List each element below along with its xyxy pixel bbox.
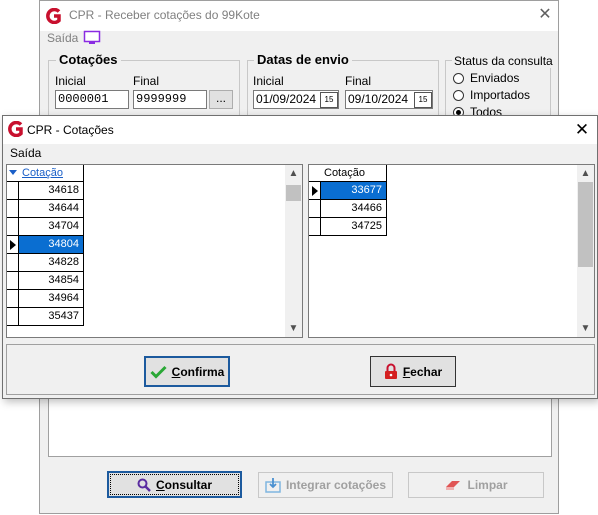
sort-desc-icon: [9, 170, 17, 175]
checkmark-icon: [150, 365, 167, 379]
table-row[interactable]: 34964: [19, 290, 84, 308]
bg-menu-saida[interactable]: Saída: [47, 31, 78, 45]
left-grid-scrollbar[interactable]: ▲ ▼: [285, 165, 302, 337]
table-row[interactable]: 34704: [19, 218, 84, 236]
consultar-label: Consultar: [155, 477, 212, 492]
current-row-arrow-icon: [10, 240, 16, 250]
right-grid-scrollbar[interactable]: ▲ ▼: [577, 165, 594, 337]
dialog-menu-saida[interactable]: Saída: [10, 146, 41, 160]
fechar-label: Fechar: [402, 364, 443, 379]
row-indicator[interactable]: [7, 218, 19, 236]
table-row[interactable]: 34804: [19, 236, 84, 254]
row-indicator[interactable]: [7, 182, 19, 200]
cotacao-final-label: Final: [133, 74, 160, 88]
status-option-label: Importados: [470, 88, 531, 102]
datas-envio-group-label: Datas de envio: [254, 52, 352, 67]
bg-close-button[interactable]: ✕: [535, 5, 555, 25]
limpar-label: Limpar: [467, 478, 508, 492]
table-row[interactable]: 34644: [19, 200, 84, 218]
row-indicator[interactable]: [7, 272, 19, 290]
table-row[interactable]: 34618: [19, 182, 84, 200]
scroll-thumb[interactable]: [578, 182, 593, 267]
dialog-title: CPR - Cotações: [27, 123, 114, 137]
confirma-label: Confirma: [171, 364, 225, 379]
table-row[interactable]: 34854: [19, 272, 84, 290]
radio-button[interactable]: [453, 73, 464, 84]
scroll-up-icon[interactable]: ▲: [577, 165, 594, 182]
row-indicator[interactable]: [7, 200, 19, 218]
radio-button[interactable]: [453, 90, 464, 101]
limpar-button[interactable]: Limpar: [408, 472, 544, 498]
status-consulta-label: Status da consulta: [452, 54, 555, 68]
left-cotacao-grid[interactable]: Cotação 34618 34644 34704 34804 34828 34854 34…: [6, 164, 303, 338]
import-icon: [265, 477, 281, 493]
dialog-titlebar: CPR - Cotações ✕: [3, 116, 597, 144]
scroll-down-icon[interactable]: ▼: [577, 320, 594, 337]
row-indicator[interactable]: [7, 254, 19, 272]
table-row[interactable]: 34725: [321, 218, 387, 236]
app-logo-icon: [46, 8, 61, 24]
right-cotacao-grid[interactable]: Cotação 33677 34466 34725 ▲ ▼: [308, 164, 595, 338]
consultar-button[interactable]: Consultar: [107, 471, 242, 498]
app-logo-icon: [8, 121, 23, 137]
data-final-input[interactable]: 09/10/2024 15: [345, 90, 433, 109]
data-inicial-value: 01/09/2024: [256, 92, 317, 106]
cotacoes-dialog: CPR - Cotações ✕ Saída Cotação 34618 3464…: [2, 115, 598, 399]
table-row[interactable]: 34466: [321, 200, 387, 218]
cotacao-inicial-input[interactable]: 0000001: [55, 90, 129, 109]
browse-button[interactable]: ...: [209, 90, 233, 109]
dialog-close-button[interactable]: ✕: [571, 119, 593, 141]
right-grid-header-cotacao[interactable]: Cotação: [321, 165, 387, 182]
current-row-arrow-icon: [312, 186, 318, 196]
data-final-value: 09/10/2024: [348, 92, 409, 106]
scroll-thumb[interactable]: [286, 185, 301, 201]
data-final-label: Final: [345, 74, 372, 88]
cotacao-inicial-label: Inicial: [55, 74, 86, 88]
row-indicator[interactable]: [309, 200, 321, 218]
fechar-button[interactable]: Fechar: [370, 356, 456, 387]
bg-window-title: CPR - Receber cotações do 99Kote: [69, 8, 260, 22]
cotacao-final-input[interactable]: 9999999: [133, 90, 207, 109]
table-row[interactable]: 35437: [19, 308, 84, 326]
integrar-cotacoes-button[interactable]: Integrar cotações: [258, 472, 393, 498]
bg-results-area: [48, 399, 552, 457]
data-inicial-label: Inicial: [253, 74, 284, 88]
datas-envio-group: [247, 60, 439, 118]
scroll-down-icon[interactable]: ▼: [285, 320, 302, 337]
table-row[interactable]: 34828: [19, 254, 84, 272]
row-indicator[interactable]: [309, 218, 321, 236]
row-indicator[interactable]: [309, 182, 321, 200]
row-indicator[interactable]: [7, 290, 19, 308]
left-grid-header-cotacao[interactable]: Cotação: [19, 165, 84, 182]
table-row[interactable]: 33677: [321, 182, 387, 200]
cotacoes-group-label: Cotações: [56, 52, 121, 67]
data-inicial-input[interactable]: 01/09/2024 15: [253, 90, 339, 109]
calendar-icon[interactable]: 15: [414, 92, 432, 108]
calendar-icon[interactable]: 15: [320, 92, 338, 108]
bg-titlebar: CPR - Receber cotações do 99Kote ✕: [40, 1, 558, 31]
status-option-label: Enviados: [470, 71, 520, 85]
cotacoes-group: [48, 60, 240, 118]
monitor-icon[interactable]: [83, 30, 101, 46]
eraser-icon: [446, 481, 461, 490]
dialog-button-panel: [6, 344, 595, 395]
magnifier-icon: [137, 478, 151, 492]
row-indicator[interactable]: [7, 236, 19, 254]
scroll-up-icon[interactable]: ▲: [285, 165, 302, 182]
lock-icon: [384, 363, 397, 379]
confirma-button[interactable]: Confirma: [144, 356, 230, 387]
integrar-label: Integrar cotações: [285, 478, 387, 492]
row-indicator[interactable]: [7, 308, 19, 326]
